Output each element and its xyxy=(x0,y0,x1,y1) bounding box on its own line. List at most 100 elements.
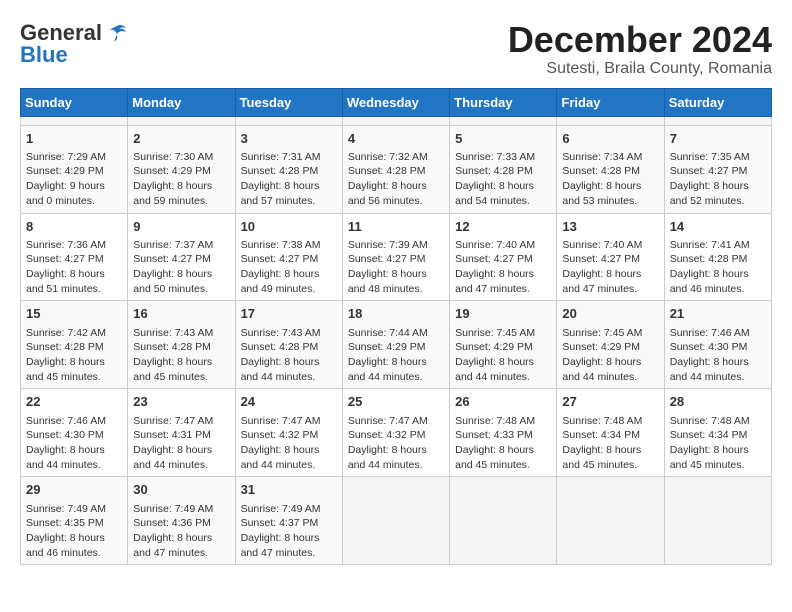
calendar-day-cell: 31 Sunrise: 7:49 AM Sunset: 4:37 PM Dayli… xyxy=(235,477,342,565)
day-info: Sunrise: 7:30 AM Sunset: 4:29 PM Dayligh… xyxy=(133,151,213,207)
day-number: 5 xyxy=(455,130,551,148)
day-number: 3 xyxy=(241,130,337,148)
day-info: Sunrise: 7:45 AM Sunset: 4:29 PM Dayligh… xyxy=(562,327,642,383)
calendar-day-cell xyxy=(664,116,771,125)
calendar-day-cell: 29 Sunrise: 7:49 AM Sunset: 4:35 PM Dayli… xyxy=(21,477,128,565)
day-info: Sunrise: 7:44 AM Sunset: 4:29 PM Dayligh… xyxy=(348,327,428,383)
logo: General Blue xyxy=(20,20,128,68)
calendar-week-row xyxy=(21,116,772,125)
calendar-day-cell xyxy=(128,116,235,125)
calendar-day-cell: 6 Sunrise: 7:34 AM Sunset: 4:28 PM Daylig… xyxy=(557,125,664,213)
calendar-day-cell: 20 Sunrise: 7:45 AM Sunset: 4:29 PM Dayli… xyxy=(557,301,664,389)
calendar-week-row: 22 Sunrise: 7:46 AM Sunset: 4:30 PM Dayli… xyxy=(21,389,772,477)
calendar-day-cell: 1 Sunrise: 7:29 AM Sunset: 4:29 PM Daylig… xyxy=(21,125,128,213)
day-info: Sunrise: 7:34 AM Sunset: 4:28 PM Dayligh… xyxy=(562,151,642,207)
day-number: 14 xyxy=(670,218,766,236)
calendar-day-cell: 14 Sunrise: 7:41 AM Sunset: 4:28 PM Dayli… xyxy=(664,213,771,301)
day-info: Sunrise: 7:29 AM Sunset: 4:29 PM Dayligh… xyxy=(26,151,106,207)
calendar-header-wednesday: Wednesday xyxy=(342,88,449,116)
day-info: Sunrise: 7:47 AM Sunset: 4:32 PM Dayligh… xyxy=(348,415,428,471)
day-number: 22 xyxy=(26,393,122,411)
day-info: Sunrise: 7:41 AM Sunset: 4:28 PM Dayligh… xyxy=(670,239,750,295)
calendar-day-cell: 4 Sunrise: 7:32 AM Sunset: 4:28 PM Daylig… xyxy=(342,125,449,213)
calendar-day-cell: 7Sunrise: 7:35 AM Sunset: 4:27 PM Daylig… xyxy=(664,125,771,213)
day-info: Sunrise: 7:35 AM Sunset: 4:27 PM Dayligh… xyxy=(670,151,750,207)
day-number: 13 xyxy=(562,218,658,236)
day-number: 30 xyxy=(133,481,229,499)
day-info: Sunrise: 7:47 AM Sunset: 4:31 PM Dayligh… xyxy=(133,415,213,471)
calendar-day-cell xyxy=(450,477,557,565)
day-info: Sunrise: 7:40 AM Sunset: 4:27 PM Dayligh… xyxy=(562,239,642,295)
calendar-day-cell: 17 Sunrise: 7:43 AM Sunset: 4:28 PM Dayli… xyxy=(235,301,342,389)
calendar-day-cell xyxy=(450,116,557,125)
day-number: 4 xyxy=(348,130,444,148)
day-number: 8 xyxy=(26,218,122,236)
calendar-header-monday: Monday xyxy=(128,88,235,116)
location-subtitle: Sutesti, Braila County, Romania xyxy=(508,60,772,78)
day-number: 21 xyxy=(670,305,766,323)
day-number: 9 xyxy=(133,218,229,236)
calendar-day-cell xyxy=(342,477,449,565)
day-info: Sunrise: 7:39 AM Sunset: 4:27 PM Dayligh… xyxy=(348,239,428,295)
day-info: Sunrise: 7:49 AM Sunset: 4:36 PM Dayligh… xyxy=(133,503,213,559)
calendar-day-cell: 11 Sunrise: 7:39 AM Sunset: 4:27 PM Dayli… xyxy=(342,213,449,301)
day-info: Sunrise: 7:38 AM Sunset: 4:27 PM Dayligh… xyxy=(241,239,321,295)
day-number: 24 xyxy=(241,393,337,411)
month-title: December 2024 xyxy=(508,20,772,60)
calendar-day-cell xyxy=(557,477,664,565)
page-header: General Blue December 2024 Sutesti, Brai… xyxy=(20,20,772,78)
day-number: 15 xyxy=(26,305,122,323)
calendar-day-cell: 19Sunrise: 7:45 AM Sunset: 4:29 PM Dayli… xyxy=(450,301,557,389)
calendar-day-cell: 13 Sunrise: 7:40 AM Sunset: 4:27 PM Dayli… xyxy=(557,213,664,301)
day-number: 16 xyxy=(133,305,229,323)
calendar-header-thursday: Thursday xyxy=(450,88,557,116)
calendar-day-cell xyxy=(664,477,771,565)
calendar-day-cell: 18 Sunrise: 7:44 AM Sunset: 4:29 PM Dayli… xyxy=(342,301,449,389)
calendar-day-cell: 16Sunrise: 7:43 AM Sunset: 4:28 PM Dayli… xyxy=(128,301,235,389)
calendar-day-cell: 22 Sunrise: 7:46 AM Sunset: 4:30 PM Dayli… xyxy=(21,389,128,477)
calendar-day-cell: 8Sunrise: 7:36 AM Sunset: 4:27 PM Daylig… xyxy=(21,213,128,301)
calendar-day-cell: 21Sunrise: 7:46 AM Sunset: 4:30 PM Dayli… xyxy=(664,301,771,389)
day-number: 2 xyxy=(133,130,229,148)
day-info: Sunrise: 7:42 AM Sunset: 4:28 PM Dayligh… xyxy=(26,327,106,383)
day-info: Sunrise: 7:49 AM Sunset: 4:35 PM Dayligh… xyxy=(26,503,106,559)
calendar-day-cell: 30 Sunrise: 7:49 AM Sunset: 4:36 PM Dayli… xyxy=(128,477,235,565)
day-info: Sunrise: 7:32 AM Sunset: 4:28 PM Dayligh… xyxy=(348,151,428,207)
calendar-day-cell: 9Sunrise: 7:37 AM Sunset: 4:27 PM Daylig… xyxy=(128,213,235,301)
calendar-day-cell: 15 Sunrise: 7:42 AM Sunset: 4:28 PM Dayli… xyxy=(21,301,128,389)
calendar-day-cell: 12Sunrise: 7:40 AM Sunset: 4:27 PM Dayli… xyxy=(450,213,557,301)
logo-blue: Blue xyxy=(20,42,68,68)
logo-bird-icon xyxy=(106,22,128,44)
day-number: 11 xyxy=(348,218,444,236)
calendar-week-row: 29 Sunrise: 7:49 AM Sunset: 4:35 PM Dayli… xyxy=(21,477,772,565)
day-number: 20 xyxy=(562,305,658,323)
day-info: Sunrise: 7:48 AM Sunset: 4:34 PM Dayligh… xyxy=(562,415,642,471)
day-number: 1 xyxy=(26,130,122,148)
day-number: 29 xyxy=(26,481,122,499)
day-info: Sunrise: 7:48 AM Sunset: 4:34 PM Dayligh… xyxy=(670,415,750,471)
calendar-day-cell xyxy=(342,116,449,125)
day-number: 19 xyxy=(455,305,551,323)
day-number: 10 xyxy=(241,218,337,236)
calendar-week-row: 15 Sunrise: 7:42 AM Sunset: 4:28 PM Dayli… xyxy=(21,301,772,389)
day-info: Sunrise: 7:33 AM Sunset: 4:28 PM Dayligh… xyxy=(455,151,535,207)
calendar-day-cell: 2 Sunrise: 7:30 AM Sunset: 4:29 PM Daylig… xyxy=(128,125,235,213)
day-info: Sunrise: 7:43 AM Sunset: 4:28 PM Dayligh… xyxy=(241,327,321,383)
calendar-day-cell: 3Sunrise: 7:31 AM Sunset: 4:28 PM Daylig… xyxy=(235,125,342,213)
day-number: 26 xyxy=(455,393,551,411)
title-area: December 2024 Sutesti, Braila County, Ro… xyxy=(508,20,772,78)
calendar-day-cell: 10 Sunrise: 7:38 AM Sunset: 4:27 PM Dayli… xyxy=(235,213,342,301)
calendar-week-row: 1 Sunrise: 7:29 AM Sunset: 4:29 PM Daylig… xyxy=(21,125,772,213)
day-info: Sunrise: 7:49 AM Sunset: 4:37 PM Dayligh… xyxy=(241,503,321,559)
day-number: 17 xyxy=(241,305,337,323)
day-info: Sunrise: 7:46 AM Sunset: 4:30 PM Dayligh… xyxy=(26,415,106,471)
day-number: 23 xyxy=(133,393,229,411)
calendar-day-cell xyxy=(235,116,342,125)
day-number: 18 xyxy=(348,305,444,323)
day-number: 12 xyxy=(455,218,551,236)
day-number: 6 xyxy=(562,130,658,148)
day-number: 27 xyxy=(562,393,658,411)
day-number: 31 xyxy=(241,481,337,499)
calendar-day-cell: 5 Sunrise: 7:33 AM Sunset: 4:28 PM Daylig… xyxy=(450,125,557,213)
day-info: Sunrise: 7:47 AM Sunset: 4:32 PM Dayligh… xyxy=(241,415,321,471)
